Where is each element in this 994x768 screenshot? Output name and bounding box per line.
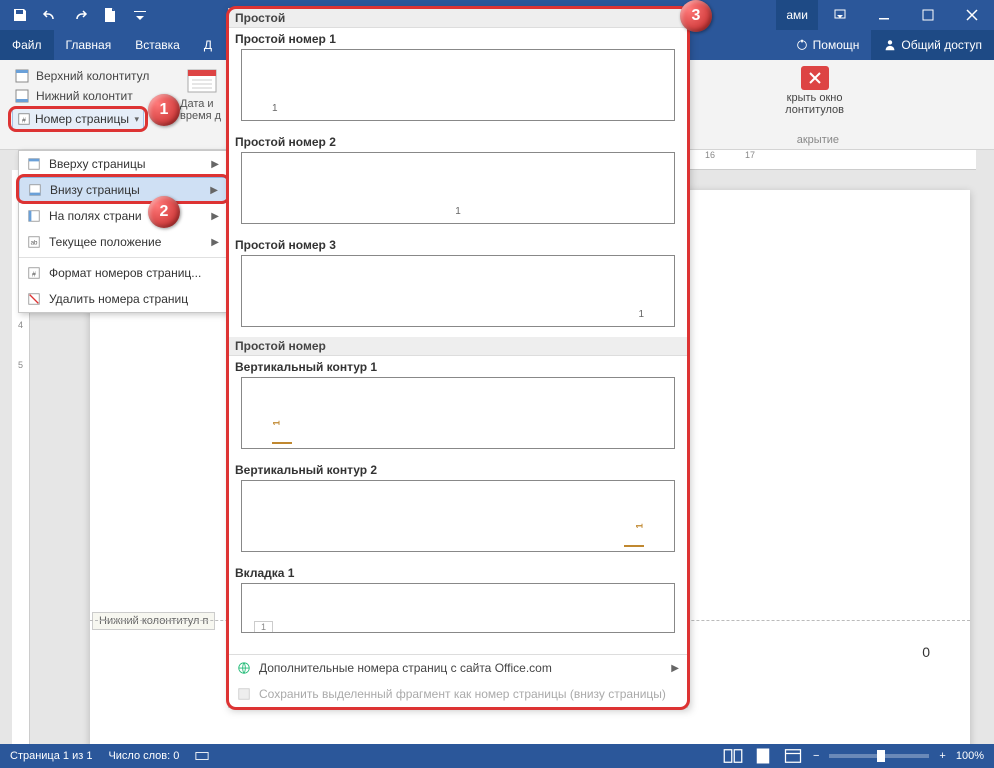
status-page[interactable]: Страница 1 из 1 — [10, 750, 92, 762]
submenu-current-position[interactable]: abТекущее положение▶ — [19, 229, 227, 255]
close-icon — [801, 66, 829, 90]
close-group-label: акрытие — [797, 134, 839, 146]
save-button[interactable] — [6, 2, 34, 28]
language-icon[interactable] — [195, 749, 209, 763]
gallery-group-simple: Простой — [229, 9, 687, 28]
page-number-gallery: Простой Простой номер 1 1 Простой номер … — [228, 8, 688, 708]
gallery-item-tab-1[interactable]: Вкладка 1 1 — [229, 562, 687, 643]
tab-more[interactable]: Д — [192, 30, 224, 60]
view-read-button[interactable] — [723, 747, 743, 765]
ribbon-options-button[interactable] — [818, 0, 862, 30]
redo-button[interactable] — [66, 2, 94, 28]
svg-text:#: # — [22, 118, 26, 125]
view-print-button[interactable] — [753, 747, 773, 765]
gallery-group-plain-number: Простой номер — [229, 337, 687, 356]
datetime-label: Дата ивремя д — [180, 98, 221, 122]
minimize-button[interactable] — [862, 0, 906, 30]
gallery-item-vertical-2[interactable]: Вертикальный контур 2 — [229, 459, 687, 562]
share-button[interactable]: Общий доступ — [871, 30, 994, 60]
arrow-right-icon: ▶ — [211, 237, 219, 248]
svg-text:#: # — [32, 272, 36, 279]
chevron-down-icon: ▾ — [134, 114, 139, 125]
page-number-button[interactable]: # Номер страницы▾ — [12, 108, 144, 130]
tell-me[interactable]: Помощн — [783, 30, 872, 60]
view-web-button[interactable] — [783, 747, 803, 765]
submenu-bottom-of-page[interactable]: Внизу страницы▶ — [19, 177, 227, 203]
gallery-more-office[interactable]: Дополнительные номера страниц с сайта Of… — [229, 655, 687, 681]
submenu-remove-page-numbers[interactable]: Удалить номера страниц — [19, 286, 227, 312]
gallery-item-vertical-1[interactable]: Вертикальный контур 1 — [229, 356, 687, 459]
zoom-slider[interactable] — [829, 754, 929, 758]
status-bar: Страница 1 из 1 Число слов: 0 − + 100% — [0, 744, 994, 768]
new-button[interactable] — [96, 2, 124, 28]
badge-3: 3 — [680, 0, 712, 32]
arrow-right-icon: ▶ — [671, 663, 679, 674]
submenu-page-margins[interactable]: На полях страни▶ — [19, 203, 227, 229]
tab-insert[interactable]: Вставка — [123, 30, 192, 60]
close-button[interactable] — [950, 0, 994, 30]
submenu-top-of-page[interactable]: Вверху страницы▶ — [19, 151, 227, 177]
page-number-submenu: Вверху страницы▶ Внизу страницы▶ На поля… — [18, 150, 228, 313]
tab-home[interactable]: Главная — [54, 30, 124, 60]
zoom-out-button[interactable]: − — [813, 750, 819, 762]
context-tab[interactable]: ами — [776, 0, 818, 30]
arrow-right-icon: ▶ — [210, 185, 218, 196]
close-header-footer[interactable]: крыть окно лонтитулов — [785, 66, 844, 116]
gallery-item-plain-3[interactable]: Простой номер 3 1 — [229, 234, 687, 337]
badge-2: 2 — [148, 196, 180, 228]
submenu-format-page-numbers[interactable]: #Формат номеров страниц... — [19, 260, 227, 286]
zoom-in-button[interactable]: + — [939, 750, 945, 762]
qat-customize-button[interactable] — [126, 2, 154, 28]
tab-file[interactable]: Файл — [0, 30, 54, 60]
gallery-footer: Дополнительные номера страниц с сайта Of… — [229, 654, 687, 707]
gallery-save-selection: Сохранить выделенный фрагмент как номер … — [229, 681, 687, 707]
maximize-button[interactable] — [906, 0, 950, 30]
gallery-item-plain-1[interactable]: Простой номер 1 1 — [229, 28, 687, 131]
undo-button[interactable] — [36, 2, 64, 28]
window-controls — [818, 0, 994, 30]
page-number-field[interactable]: 0 — [922, 644, 930, 660]
zoom-level[interactable]: 100% — [956, 750, 984, 762]
quick-access-toolbar — [0, 2, 160, 28]
svg-text:ab: ab — [31, 240, 38, 247]
datetime-icon[interactable] — [186, 66, 220, 96]
arrow-right-icon: ▶ — [211, 211, 219, 222]
gallery-item-plain-2[interactable]: Простой номер 2 1 — [229, 131, 687, 234]
arrow-right-icon: ▶ — [211, 159, 219, 170]
status-words[interactable]: Число слов: 0 — [108, 750, 179, 762]
badge-1: 1 — [148, 94, 180, 126]
